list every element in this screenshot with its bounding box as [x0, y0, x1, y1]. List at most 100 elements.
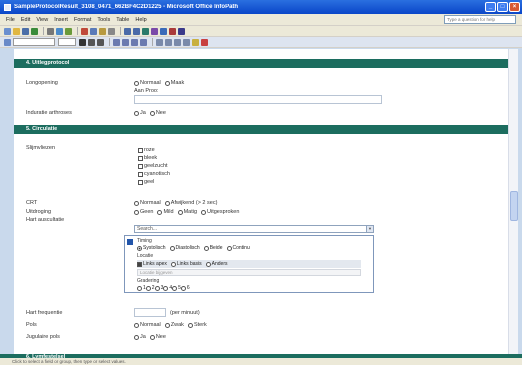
redo-icon[interactable]: [133, 27, 140, 35]
insert-picture-icon[interactable]: [151, 27, 158, 35]
menu-view[interactable]: View: [36, 17, 48, 23]
radio-mild[interactable]: [157, 209, 163, 215]
format-painter-icon[interactable]: [108, 27, 115, 35]
radio-jugulaire-nee[interactable]: [149, 334, 155, 340]
longopening-text-field[interactable]: [134, 95, 382, 104]
task-pane-icon[interactable]: [4, 38, 11, 46]
highlight-color-icon[interactable]: [192, 38, 199, 46]
radio-grade-3[interactable]: [154, 285, 160, 291]
hartauscultatie-search-input[interactable]: Search... ▼: [134, 225, 374, 233]
radio-diastolisch[interactable]: [169, 245, 175, 251]
radio-uitgesproken[interactable]: [201, 209, 207, 215]
undo-icon[interactable]: [124, 27, 131, 35]
justify-icon[interactable]: [140, 38, 147, 46]
align-right-icon[interactable]: [131, 38, 138, 46]
radio-pols-zwak[interactable]: [164, 322, 170, 328]
submit-icon[interactable]: [31, 27, 38, 35]
radio-ja[interactable]: [134, 110, 139, 116]
locatie-options: Links apex Links basis Anders: [137, 260, 361, 268]
scrollbar-thumb[interactable]: [510, 191, 518, 221]
font-name-select[interactable]: [13, 38, 55, 46]
hartauscultatie-popup: Timing Systolisch Diastolisch Beide Cont…: [124, 235, 374, 293]
vertical-scrollbar[interactable]: [508, 49, 518, 365]
menu-tools[interactable]: Tools: [97, 17, 110, 23]
insert-table-icon[interactable]: [142, 27, 149, 35]
numbering-icon[interactable]: [156, 38, 163, 46]
radio-pols-normaal[interactable]: [134, 322, 139, 328]
font-size-select[interactable]: [58, 38, 76, 46]
checkbox-cyanotisch[interactable]: cyanotisch: [138, 171, 170, 177]
paste-icon[interactable]: [99, 27, 106, 35]
menu-edit[interactable]: Edit: [21, 17, 30, 23]
radio-crt-normaal[interactable]: [134, 200, 139, 206]
align-left-icon[interactable]: [113, 38, 120, 46]
locatie-label: Locatie: [137, 253, 154, 259]
copy-icon[interactable]: [90, 27, 97, 35]
infopath-app-icon: [4, 3, 11, 11]
scroll-down-icon[interactable]: ▼: [366, 226, 373, 232]
radio-beide[interactable]: [203, 245, 209, 251]
locatie-text-input[interactable]: Locatie bijgeven: [137, 269, 361, 276]
radio-anders[interactable]: [205, 261, 211, 267]
menu-format[interactable]: Format: [74, 17, 91, 23]
bullets-icon[interactable]: [165, 38, 172, 46]
toolbar-separator: [43, 27, 44, 35]
decrease-indent-icon[interactable]: [174, 38, 181, 46]
radio-geen[interactable]: [134, 209, 139, 215]
window-controls: _ □ ×: [485, 2, 520, 12]
toolbar-separator: [120, 27, 121, 35]
align-center-icon[interactable]: [122, 38, 129, 46]
underline-icon[interactable]: [97, 38, 104, 46]
radio-systolisch[interactable]: [137, 245, 142, 251]
open-icon[interactable]: [13, 27, 20, 35]
window-title: SampleProtocolResult_3108_0471_662BF4C2D…: [14, 4, 239, 10]
radio-nee[interactable]: [149, 110, 155, 116]
induratie-options: Ja Nee: [134, 110, 166, 116]
checkbox-geelzucht[interactable]: geelzucht: [138, 163, 168, 169]
radio-jugulaire-ja[interactable]: [134, 334, 139, 340]
spelling-icon[interactable]: [65, 27, 72, 35]
maximize-icon[interactable]: □: [497, 2, 508, 12]
longopening-label: Longopening: [26, 80, 58, 86]
pols-options: Normaal Zwak Sterk: [134, 322, 207, 328]
radio-grade-1[interactable]: [137, 285, 142, 291]
preview-icon[interactable]: [56, 27, 63, 35]
minimize-icon[interactable]: _: [485, 2, 496, 12]
menu-insert[interactable]: Insert: [54, 17, 68, 23]
highlight-icon[interactable]: [169, 27, 176, 35]
bold-icon[interactable]: [79, 38, 86, 46]
checkbox-geel[interactable]: geel: [138, 179, 154, 185]
radio-grade-6[interactable]: [180, 285, 186, 291]
menu-file[interactable]: File: [6, 17, 15, 23]
close-icon[interactable]: ×: [509, 2, 520, 12]
help-search-input[interactable]: Type a question for help: [444, 15, 516, 24]
menu-help[interactable]: Help: [135, 17, 146, 23]
menu-table[interactable]: Table: [116, 17, 129, 23]
gradering-options: 1 2 3 4 5 6: [137, 285, 190, 291]
increase-indent-icon[interactable]: [183, 38, 190, 46]
radio-pols-sterk[interactable]: [187, 322, 193, 328]
hyperlink-icon[interactable]: [160, 27, 167, 35]
radio-links-basis[interactable]: [170, 261, 176, 267]
checkbox-links-apex[interactable]: [137, 261, 142, 267]
radio-normaal[interactable]: [134, 80, 139, 86]
radio-crt-afwijkend[interactable]: [164, 200, 170, 206]
font-color-icon[interactable]: [201, 38, 208, 46]
cut-icon[interactable]: [81, 27, 88, 35]
radio-matig[interactable]: [177, 209, 183, 215]
timing-options: Systolisch Diastolisch Beide Continu: [137, 245, 250, 251]
radio-grade-2[interactable]: [145, 285, 151, 291]
zoom-icon[interactable]: [178, 27, 185, 35]
title-bar: SampleProtocolResult_3108_0471_662BF4C2D…: [0, 0, 522, 14]
checkbox-bleek[interactable]: bleek: [138, 155, 157, 161]
radio-grade-4[interactable]: [163, 285, 169, 291]
radio-grade-5[interactable]: [172, 285, 178, 291]
hartfrequentie-input[interactable]: [134, 308, 166, 317]
new-icon[interactable]: [4, 27, 11, 35]
radio-continu[interactable]: [226, 245, 232, 251]
checkbox-roze[interactable]: roze: [138, 147, 155, 153]
radio-maak[interactable]: [164, 80, 170, 86]
italic-icon[interactable]: [88, 38, 95, 46]
print-icon[interactable]: [47, 27, 54, 35]
save-icon[interactable]: [22, 27, 29, 35]
